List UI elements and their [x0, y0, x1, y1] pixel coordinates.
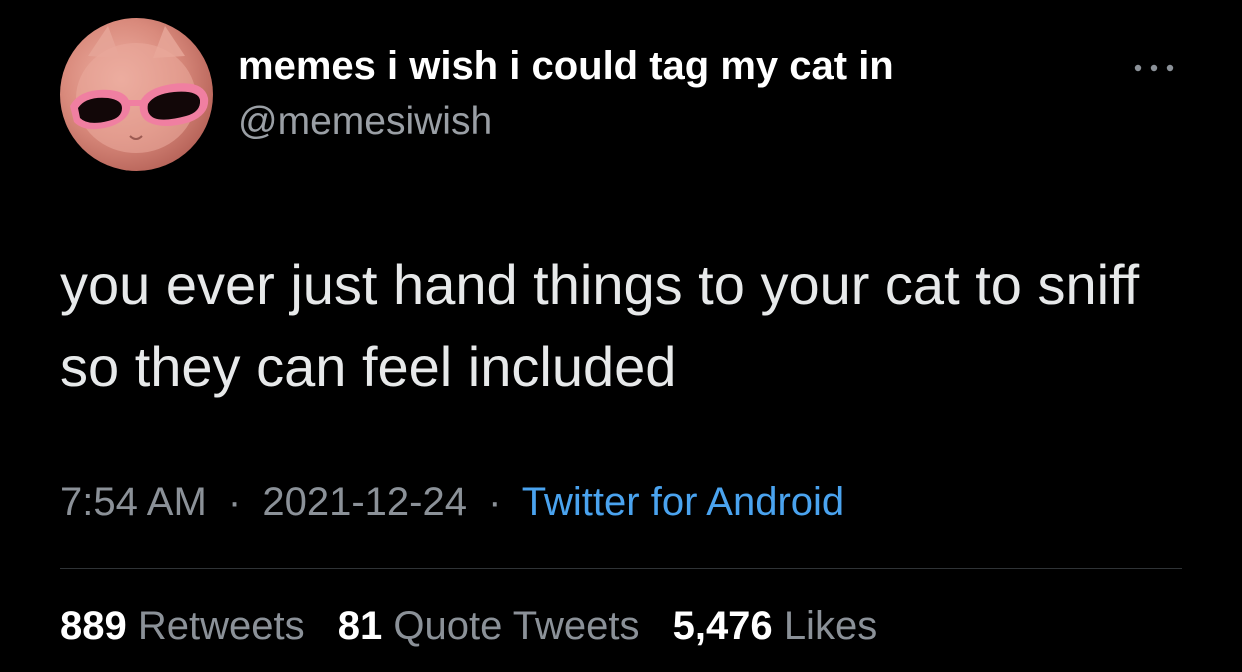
tweet-stats: 889 Retweets 81 Quote Tweets 5,476 Likes	[60, 604, 899, 649]
retweets-stat[interactable]: 889 Retweets	[60, 604, 305, 648]
tweet-source-link[interactable]: Twitter for Android	[522, 480, 844, 524]
divider	[60, 568, 1182, 569]
retweets-label: Retweets	[137, 604, 305, 648]
avatar[interactable]	[60, 18, 213, 171]
likes-stat[interactable]: 5,476 Likes	[673, 604, 878, 648]
user-handle[interactable]: @memesiwish	[238, 100, 492, 144]
more-options-icon[interactable]	[1128, 58, 1180, 78]
tweet-date[interactable]: 2021-12-24	[262, 480, 467, 524]
tweet-time[interactable]: 7:54 AM	[60, 480, 207, 524]
retweets-count: 889	[60, 604, 127, 648]
meta-separator: ·	[227, 480, 242, 524]
likes-count: 5,476	[672, 604, 773, 648]
quote-tweets-count: 81	[337, 604, 383, 648]
display-name[interactable]: memes i wish i could tag my cat in	[238, 44, 894, 89]
meta-separator: ·	[488, 480, 502, 524]
tweet-meta: 7:54 AM · 2021-12-24 · Twitter for Andro…	[60, 480, 844, 525]
likes-label: Likes	[783, 604, 878, 648]
tweet-card: memes i wish i could tag my cat in @meme…	[0, 0, 1242, 672]
quote-tweets-stat[interactable]: 81 Quote Tweets	[338, 604, 640, 648]
cat-avatar-icon	[70, 26, 209, 153]
tweet-text: you ever just hand things to your cat to…	[60, 253, 1140, 398]
quote-tweets-label: Quote Tweets	[393, 604, 640, 648]
